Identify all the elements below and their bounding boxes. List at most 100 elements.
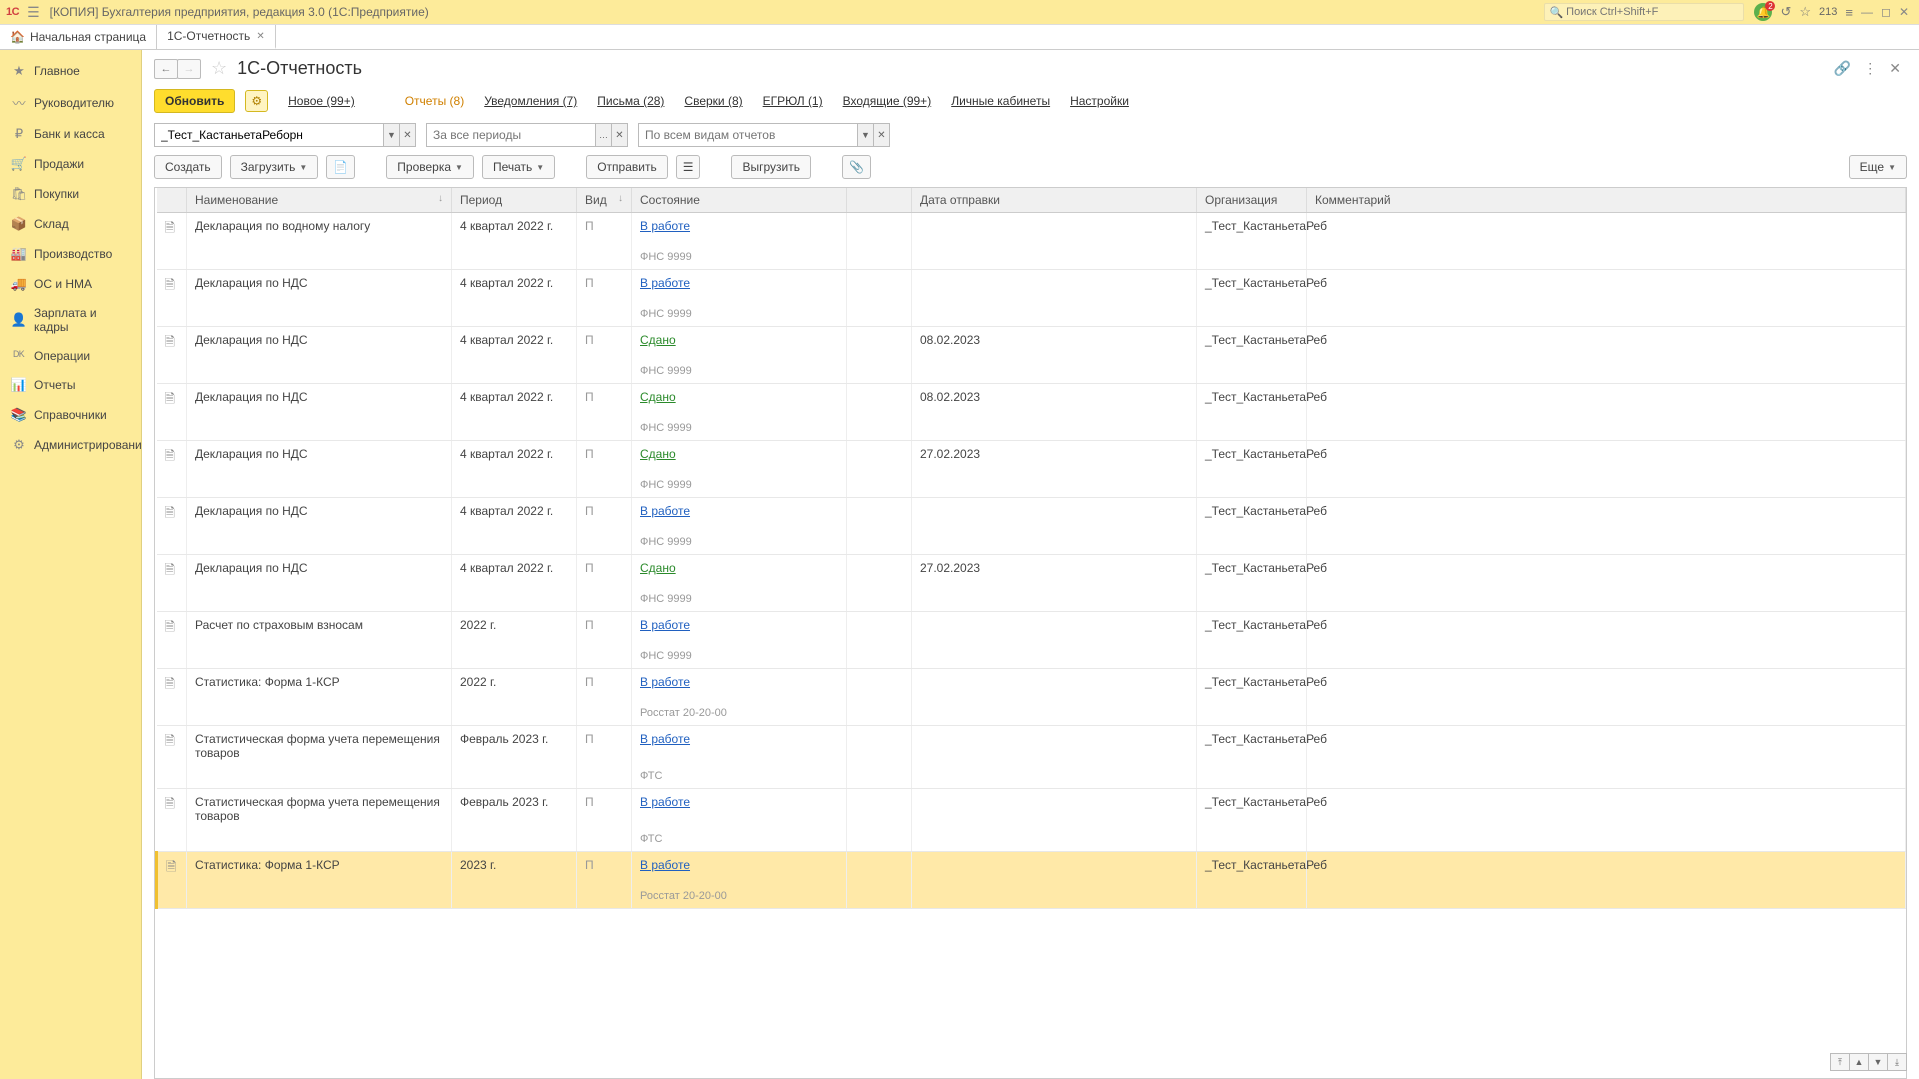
table-row-sub[interactable]: ФНС 9999 bbox=[157, 530, 1906, 555]
table-row[interactable]: 🗎Статистика: Форма 1-КСР2023 г.ПВ работе… bbox=[157, 852, 1906, 885]
back-button[interactable]: ← bbox=[154, 59, 178, 79]
status-link[interactable]: В работе bbox=[640, 858, 690, 872]
close-page-icon[interactable]: ✕ bbox=[1889, 60, 1901, 77]
last-page-icon[interactable]: ⤓ bbox=[1887, 1053, 1907, 1071]
sidebar-item[interactable]: 〰Руководителю bbox=[0, 86, 141, 119]
prev-page-icon[interactable]: ▲ bbox=[1849, 1053, 1869, 1071]
sidebar-item[interactable]: 👤Зарплата и кадры bbox=[0, 299, 141, 341]
create-button[interactable]: Создать bbox=[154, 155, 222, 179]
type-input[interactable] bbox=[638, 123, 858, 147]
favorite-star-icon[interactable]: ☆ bbox=[211, 58, 227, 79]
table-row-sub[interactable]: ФНС 9999 bbox=[157, 302, 1906, 327]
col-period[interactable]: Период bbox=[452, 188, 577, 213]
table-row[interactable]: 🗎Декларация по НДС4 квартал 2022 г.ПСдан… bbox=[157, 555, 1906, 588]
org-input[interactable] bbox=[154, 123, 384, 147]
refresh-button[interactable]: Обновить bbox=[154, 89, 235, 113]
sidebar-item[interactable]: 🛒Продажи bbox=[0, 149, 141, 179]
org-filter[interactable]: ▼ ✕ bbox=[154, 123, 416, 147]
next-page-icon[interactable]: ▼ bbox=[1868, 1053, 1888, 1071]
export-button[interactable]: Выгрузить bbox=[731, 155, 811, 179]
close-tab-icon[interactable]: ✕ bbox=[256, 31, 264, 42]
dropdown-icon[interactable]: ▼ bbox=[858, 123, 874, 147]
link-egrul[interactable]: ЕГРЮЛ (1) bbox=[763, 94, 823, 108]
col-date[interactable]: Дата отправки bbox=[912, 188, 1197, 213]
forward-button[interactable]: → bbox=[177, 59, 201, 79]
more-button[interactable]: Еще▼ bbox=[1849, 155, 1907, 179]
attach-button[interactable]: 📎 bbox=[842, 155, 871, 179]
load-file-button[interactable]: 📄 bbox=[326, 155, 355, 179]
link-incoming[interactable]: Входящие (99+) bbox=[843, 94, 932, 108]
table-row[interactable]: 🗎Декларация по НДС4 квартал 2022 г.ПВ ра… bbox=[157, 270, 1906, 303]
status-link[interactable]: В работе bbox=[640, 675, 690, 689]
sidebar-item[interactable]: ᴰᴷОперации bbox=[0, 341, 141, 370]
star-icon[interactable]: ☆ bbox=[1799, 4, 1811, 20]
table-row[interactable]: 🗎Статистика: Форма 1-КСР2022 г.ПВ работе… bbox=[157, 669, 1906, 702]
period-filter[interactable]: … ✕ bbox=[426, 123, 628, 147]
status-link[interactable]: Сдано bbox=[640, 561, 676, 575]
table-row[interactable]: 🗎Статистическая форма учета перемещения … bbox=[157, 726, 1906, 765]
status-link[interactable]: В работе bbox=[640, 276, 690, 290]
table-row[interactable]: 🗎Расчет по страховым взносам2022 г.ПВ ра… bbox=[157, 612, 1906, 645]
table-row[interactable]: 🗎Декларация по водному налогу4 квартал 2… bbox=[157, 213, 1906, 246]
link-cabinets[interactable]: Личные кабинеты bbox=[951, 94, 1050, 108]
print-button[interactable]: Печать▼ bbox=[482, 155, 555, 179]
status-link[interactable]: В работе bbox=[640, 795, 690, 809]
clear-icon[interactable]: ✕ bbox=[612, 123, 628, 147]
ellipsis-icon[interactable]: … bbox=[596, 123, 612, 147]
filter-icon[interactable]: ≡ bbox=[1845, 5, 1853, 20]
table-row[interactable]: 🗎Декларация по НДС4 квартал 2022 г.ПСдан… bbox=[157, 384, 1906, 417]
search-input[interactable] bbox=[1566, 6, 1739, 18]
table-row-sub[interactable]: ФНС 9999 bbox=[157, 473, 1906, 498]
col-status[interactable]: Состояние bbox=[632, 188, 847, 213]
col-empty[interactable] bbox=[847, 188, 912, 213]
notifications-bell-icon[interactable]: 🔔2 bbox=[1754, 3, 1772, 21]
col-vid[interactable]: Вид↓ bbox=[577, 188, 632, 213]
link-letters[interactable]: Письма (28) bbox=[597, 94, 664, 108]
link-reports[interactable]: Отчеты (8) bbox=[405, 94, 464, 108]
status-link[interactable]: В работе bbox=[640, 618, 690, 632]
dropdown-icon[interactable]: ▼ bbox=[384, 123, 400, 147]
table-row-sub[interactable]: ФНС 9999 bbox=[157, 587, 1906, 612]
table-row-sub[interactable]: ФНС 9999 bbox=[157, 416, 1906, 441]
refresh-settings-button[interactable]: ⚙ bbox=[245, 90, 268, 112]
col-org[interactable]: Организация bbox=[1197, 188, 1307, 213]
close-window-icon[interactable]: ✕ bbox=[1899, 5, 1909, 19]
send-button[interactable]: Отправить bbox=[586, 155, 668, 179]
status-link[interactable]: Сдано bbox=[640, 333, 676, 347]
status-link[interactable]: Сдано bbox=[640, 447, 676, 461]
status-link[interactable]: В работе bbox=[640, 219, 690, 233]
status-link[interactable]: Сдано bbox=[640, 390, 676, 404]
sidebar-item[interactable]: 🚚ОС и НМА bbox=[0, 269, 141, 299]
sidebar-item[interactable]: ⚙Администрирование bbox=[0, 430, 141, 460]
load-button[interactable]: Загрузить▼ bbox=[230, 155, 319, 179]
global-search[interactable]: 🔍 bbox=[1544, 3, 1744, 21]
table-row[interactable]: 🗎Декларация по НДС4 квартал 2022 г.ПВ ра… bbox=[157, 498, 1906, 531]
sidebar-item[interactable]: 🏭Производство bbox=[0, 239, 141, 269]
table-row-sub[interactable]: ФТС bbox=[157, 764, 1906, 789]
link-icon[interactable]: 🔗 bbox=[1834, 60, 1851, 77]
clear-icon[interactable]: ✕ bbox=[874, 123, 890, 147]
more-vertical-icon[interactable]: ⋮ bbox=[1863, 60, 1877, 77]
col-icon[interactable] bbox=[157, 188, 187, 213]
table-row-sub[interactable]: ФНС 9999 bbox=[157, 245, 1906, 270]
minimize-icon[interactable]: — bbox=[1861, 5, 1873, 19]
maximize-icon[interactable]: ◻ bbox=[1881, 5, 1891, 19]
first-page-icon[interactable]: ⤒ bbox=[1830, 1053, 1850, 1071]
table-row[interactable]: 🗎Декларация по НДС4 квартал 2022 г.ПСдан… bbox=[157, 441, 1906, 474]
status-link[interactable]: В работе bbox=[640, 504, 690, 518]
period-input[interactable] bbox=[426, 123, 596, 147]
tab-reporting[interactable]: 1С-Отчетность ✕ bbox=[157, 25, 276, 49]
link-notifications[interactable]: Уведомления (7) bbox=[484, 94, 577, 108]
history-icon[interactable]: ↺ bbox=[1780, 4, 1791, 20]
tab-home[interactable]: 🏠 Начальная страница bbox=[0, 25, 157, 49]
col-comment[interactable]: Комментарий bbox=[1307, 188, 1906, 213]
link-settings[interactable]: Настройки bbox=[1070, 94, 1129, 108]
sidebar-item[interactable]: 📊Отчеты bbox=[0, 370, 141, 400]
sidebar-item[interactable]: 📚Справочники bbox=[0, 400, 141, 430]
list-button[interactable]: ☰ bbox=[676, 155, 701, 179]
table-row-sub[interactable]: Росстат 20-20-00 bbox=[157, 884, 1906, 909]
table-row-sub[interactable]: ФНС 9999 bbox=[157, 359, 1906, 384]
table-row-sub[interactable]: ФНС 9999 bbox=[157, 644, 1906, 669]
link-new[interactable]: Новое (99+) bbox=[288, 94, 355, 108]
menu-icon[interactable]: ☰ bbox=[27, 4, 40, 21]
